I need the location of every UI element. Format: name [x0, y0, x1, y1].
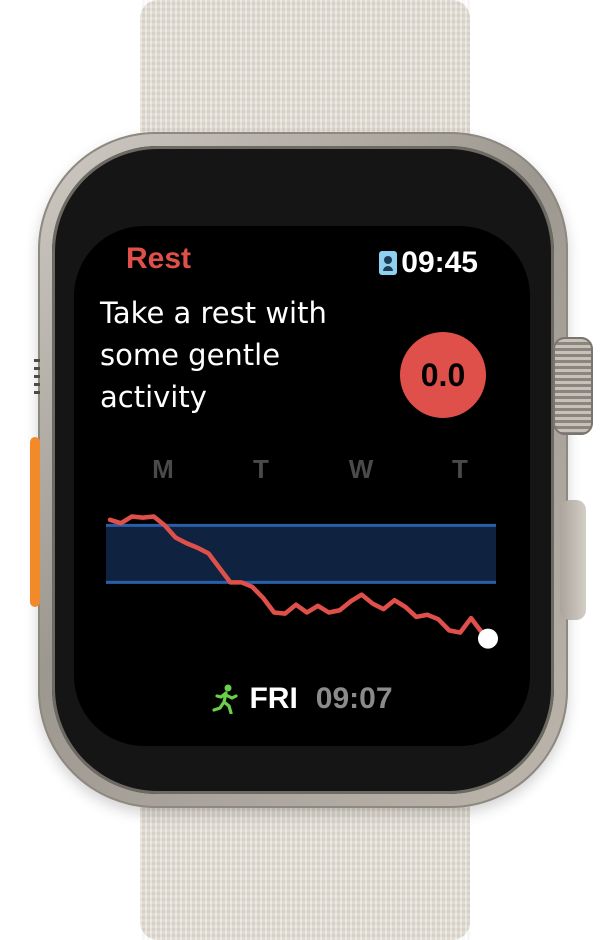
current-value-dot	[478, 628, 498, 649]
update-day: FRI	[249, 682, 298, 715]
action-button[interactable]	[30, 437, 40, 607]
last-update-row: FRI 09:07	[74, 682, 530, 716]
digital-crown[interactable]	[553, 337, 593, 435]
microphone-holes	[34, 354, 40, 394]
weekly-trend-chart: MTWT	[106, 454, 498, 649]
side-button[interactable]	[560, 500, 586, 620]
watch-screen: Rest 09:45 Take a rest with some gentle …	[74, 226, 530, 746]
day-label: T	[253, 454, 269, 484]
running-figure-icon	[212, 684, 239, 714]
day-label: M	[152, 454, 174, 484]
day-label: T	[452, 454, 468, 484]
update-time: 09:07	[315, 682, 393, 715]
target-band	[106, 525, 496, 583]
day-label: W	[349, 454, 374, 484]
